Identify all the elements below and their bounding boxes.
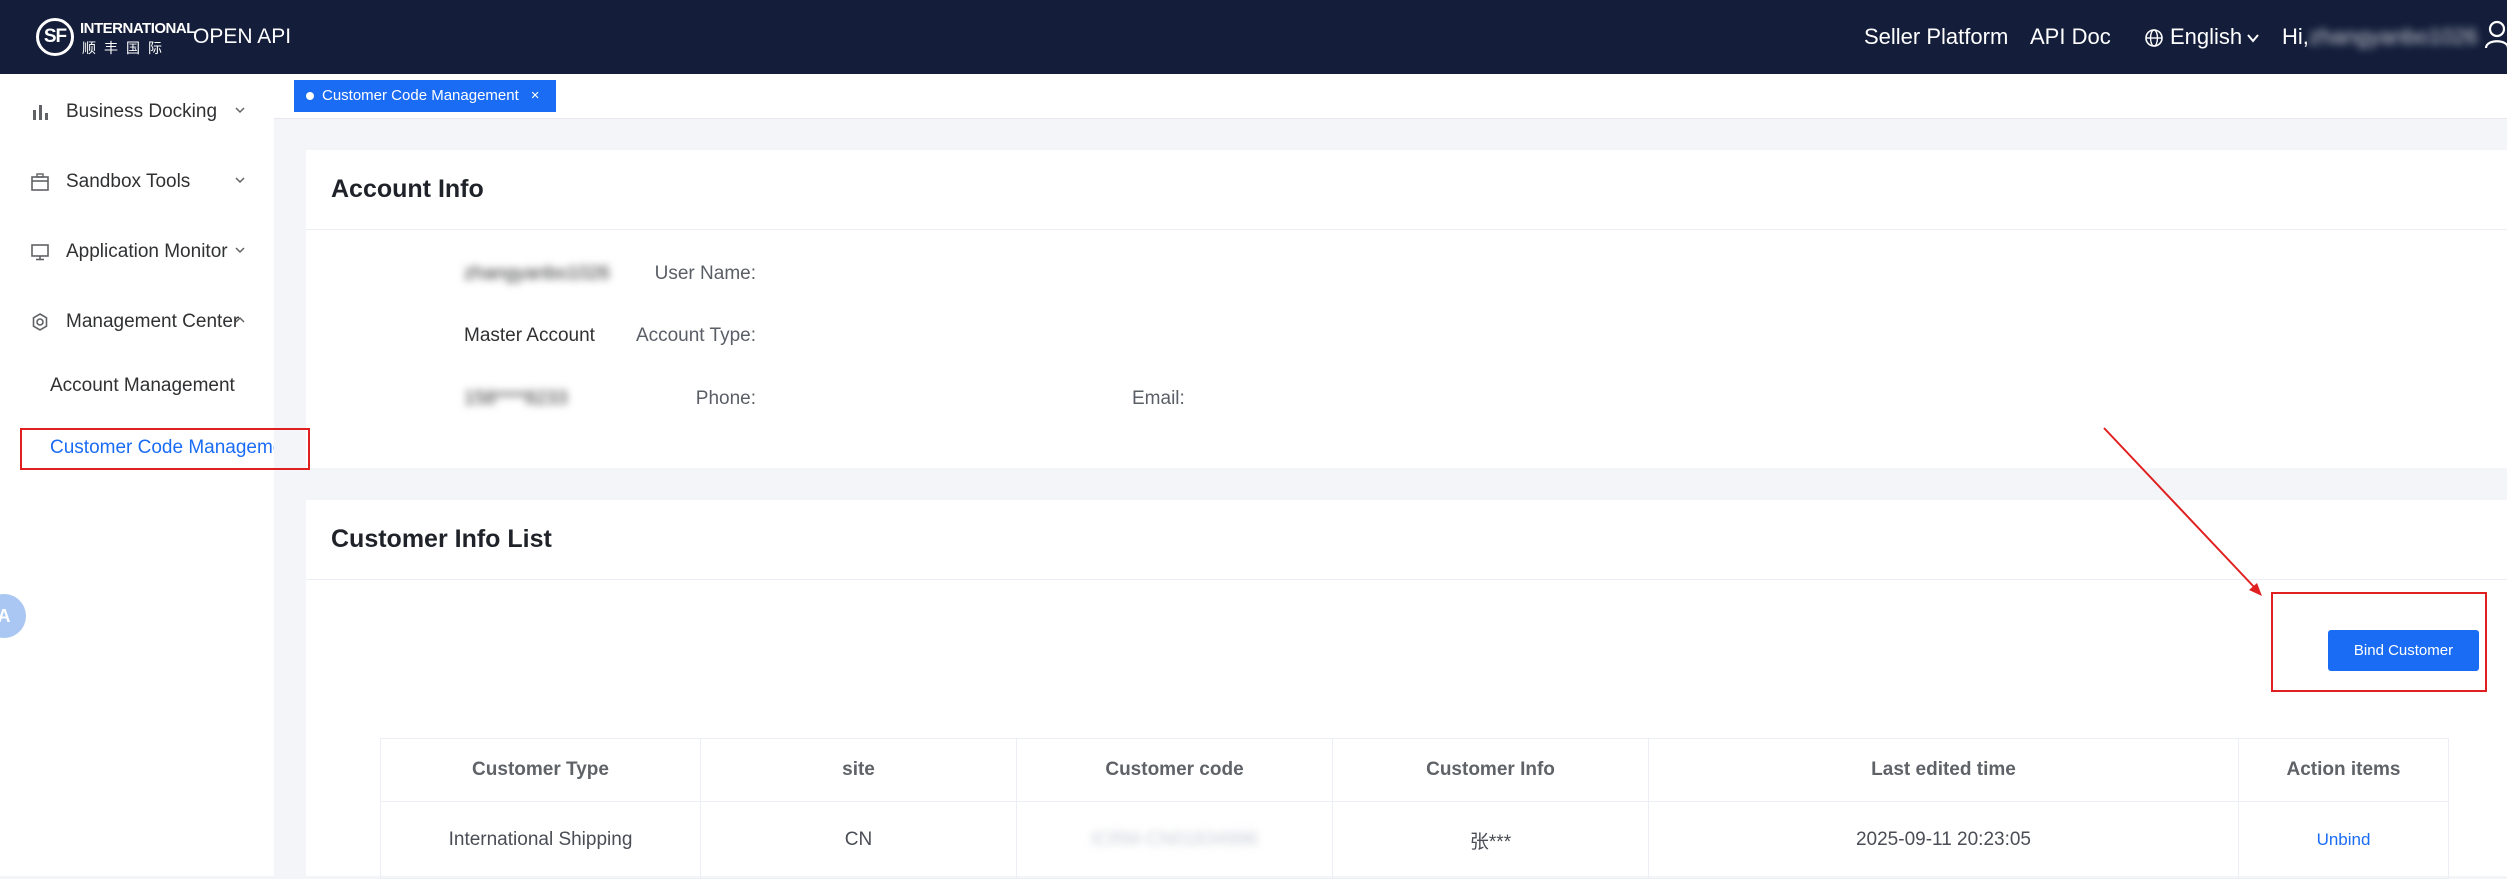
nav-seller-platform[interactable]: Seller Platform: [1864, 24, 2008, 50]
column-header: Customer Info: [1332, 738, 1649, 802]
greeting-text: Hi,: [2282, 24, 2309, 49]
user-name-label: User Name:: [654, 263, 756, 284]
username-text: zhangyanbo1026: [2308, 24, 2478, 49]
user-icon[interactable]: [2484, 20, 2507, 50]
cell-customer-type: International Shipping: [380, 801, 701, 879]
tab-label: Customer Code Management: [322, 87, 519, 104]
sidebar-item-label: Account Management: [50, 375, 235, 396]
sidebar-item-account-management[interactable]: Account Management: [0, 366, 274, 406]
sidebar-item-label: Business Docking: [66, 101, 218, 122]
language-selector[interactable]: English: [2144, 24, 2260, 50]
customer-code-value: ICRM-CN01834996: [1091, 829, 1258, 850]
annotation-highlight-box-edge: [274, 428, 310, 470]
user-menu[interactable]: Hi,zhangyanbo1026: [2282, 24, 2478, 50]
chevron-down-icon: [235, 107, 245, 114]
customer-list-title: Customer Info List: [331, 525, 552, 553]
globe-icon: [2145, 29, 2163, 47]
user-name-value: zhangyanbo1026: [464, 263, 610, 284]
tab-customer-code-management[interactable]: Customer Code Management ×: [294, 80, 556, 112]
table-header-row: Customer Type site Customer code Custome…: [380, 738, 2449, 802]
card-header: Account Info: [306, 150, 2507, 230]
column-header: Action items: [2238, 738, 2449, 802]
sidebar-item-label: Sandbox Tools: [66, 171, 191, 192]
logo-international-text: INTERNATIONAL: [80, 20, 195, 37]
box-icon: [31, 173, 49, 191]
sf-logo-icon[interactable]: SF: [36, 18, 74, 56]
monitor-icon: [31, 244, 49, 261]
close-icon[interactable]: ×: [531, 87, 540, 104]
column-header: Customer Type: [380, 738, 701, 802]
column-header: site: [700, 738, 1017, 802]
column-header: Last edited time: [1648, 738, 2239, 802]
sidebar: Business Docking Sandbox Tools Applicati…: [0, 74, 274, 876]
sidebar-item-label: Management Center: [66, 311, 240, 332]
top-bar: SF INTERNATIONAL 顺丰国际 OPEN API Seller Pl…: [0, 0, 2507, 74]
cell-action: Unbind: [2238, 801, 2449, 879]
account-info-title: Account Info: [331, 175, 484, 203]
sidebar-item-business-docking[interactable]: Business Docking: [0, 90, 274, 134]
gear-icon: [32, 313, 48, 331]
unbind-link[interactable]: Unbind: [2317, 830, 2371, 849]
table-row: International Shipping CN ICRM-CN0183499…: [380, 801, 2449, 879]
sidebar-item-management-center[interactable]: Management Center: [0, 300, 274, 344]
cell-customer-code: ICRM-CN01834996: [1016, 801, 1333, 879]
annotation-highlight-box: [20, 428, 274, 470]
product-name: OPEN API: [193, 25, 292, 48]
sidebar-item-label: Application Monitor: [66, 241, 228, 262]
sidebar-item-application-monitor[interactable]: Application Monitor: [0, 230, 274, 274]
tab-strip: Customer Code Management ×: [274, 74, 2507, 119]
column-header: Customer code: [1016, 738, 1333, 802]
sidebar-item-sandbox-tools[interactable]: Sandbox Tools: [0, 160, 274, 204]
customer-table: Customer Type site Customer code Custome…: [380, 738, 2449, 879]
phone-value: 158****8233: [464, 388, 568, 409]
language-label: English: [2170, 24, 2243, 49]
phone-label: Phone:: [695, 388, 756, 409]
chevron-up-icon: [235, 316, 245, 323]
logo-chinese-text: 顺丰国际: [82, 40, 170, 56]
email-label: Email:: [1132, 388, 1185, 409]
annotation-highlight-box: [2271, 592, 2487, 692]
chevron-down-icon: [2247, 34, 2259, 43]
account-type-label: Account Type:: [635, 325, 756, 346]
cell-customer-info: 张***: [1332, 801, 1649, 879]
bar-chart-icon: [33, 105, 48, 120]
account-type-value: Master Account: [464, 325, 595, 346]
account-info-card: Account Info User Name: zhangyanbo1026 A…: [306, 150, 2507, 468]
cell-last-edited: 2025-09-11 20:23:05: [1648, 801, 2239, 879]
chevron-down-icon: [235, 247, 245, 254]
annotation-highlight-clip: [0, 428, 274, 472]
nav-api-doc[interactable]: API Doc: [2030, 24, 2111, 50]
active-dot-icon: [306, 92, 314, 100]
cell-site: CN: [700, 801, 1017, 879]
card-header: Customer Info List: [306, 500, 2507, 580]
chevron-down-icon: [235, 177, 245, 184]
